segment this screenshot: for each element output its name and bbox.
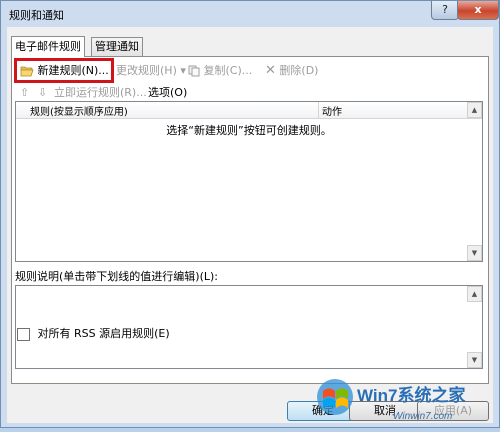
copy-rule-label: 复制(C)...	[203, 64, 253, 77]
column-header-action[interactable]: 动作	[322, 103, 342, 118]
chevron-down-icon: ▾	[180, 64, 186, 77]
arrow-down-icon: ⇩	[38, 86, 48, 99]
cancel-button[interactable]: 取消	[349, 401, 421, 421]
copy-icon	[188, 65, 200, 77]
move-down-button[interactable]: ⇩	[38, 84, 47, 102]
copy-rule-button[interactable]: 复制(C)...	[188, 62, 252, 80]
rss-rules-label: 对所有 RSS 源启用规则(E)	[37, 327, 170, 340]
rules-toolbar: 新建规则(N)... 更改规则(H) ▾ 复制(C)... ✕ 删除(D)	[12, 57, 488, 83]
rules-alerts-dialog: 规则和通知 ? x 电子邮件规则 管理通知 新建规则(N)... 更改规则(H)	[0, 0, 500, 428]
rule-description-label: 规则说明(单击带下划线的值进行编辑)(L):	[15, 270, 218, 283]
run-rules-button[interactable]: 立即运行规则(R)...	[54, 84, 147, 102]
scroll-up-button[interactable]: ▲	[467, 102, 482, 118]
change-rule-button[interactable]: 更改规则(H) ▾	[116, 62, 186, 80]
dialog-body: 电子邮件规则 管理通知 新建规则(N)... 更改规则(H) ▾ 复制(C)..…	[7, 27, 493, 423]
tab-manage-alerts[interactable]: 管理通知	[91, 37, 143, 57]
title-bar[interactable]: 规则和通知 ? x	[1, 1, 499, 27]
folder-open-icon	[20, 66, 34, 77]
empty-list-message: 选择“新建规则”按钮可创建规则。	[166, 124, 332, 137]
close-icon: x	[474, 3, 482, 16]
apply-button[interactable]: 应用(A)	[417, 401, 489, 421]
new-rule-button[interactable]: 新建规则(N)...	[20, 62, 109, 80]
scroll-down-button[interactable]: ▼	[467, 245, 482, 261]
desc-scroll-down-button[interactable]: ▼	[467, 352, 482, 368]
arrow-up-icon: ⇧	[20, 86, 30, 99]
delete-rule-label: 删除(D)	[279, 64, 319, 77]
delete-rule-button[interactable]: ✕ 删除(D)	[265, 62, 318, 80]
rules-subbar: ⇧ ⇩ 立即运行规则(R)... 选项(O)	[12, 83, 488, 101]
delete-x-icon: ✕	[265, 63, 276, 78]
column-divider[interactable]	[318, 102, 319, 118]
rules-list[interactable]: 规则(按显示顺序应用) 动作 ▲ ▼ 选择“新建规则”按钮可创建规则。	[15, 101, 483, 262]
column-header-rule[interactable]: 规则(按显示顺序应用)	[30, 103, 128, 118]
tab-email-rules[interactable]: 电子邮件规则	[11, 36, 85, 57]
close-button[interactable]: x	[457, 1, 499, 20]
rss-rules-row[interactable]: 对所有 RSS 源启用规则(E)	[17, 325, 170, 341]
window-title: 规则和通知	[9, 9, 64, 22]
change-rule-label: 更改规则(H)	[116, 64, 177, 77]
move-up-button[interactable]: ⇧	[20, 84, 29, 102]
rules-list-header: 规则(按显示顺序应用) 动作	[16, 102, 482, 119]
rss-rules-checkbox[interactable]	[17, 327, 30, 341]
new-rule-label: 新建规则(N)...	[37, 64, 109, 77]
desc-scroll-up-button[interactable]: ▲	[467, 286, 482, 302]
help-button[interactable]: ?	[431, 1, 459, 20]
options-button[interactable]: 选项(O)	[148, 84, 187, 102]
options-label: 选项(O)	[148, 86, 188, 99]
run-rules-label: 立即运行规则(R)...	[54, 86, 147, 99]
